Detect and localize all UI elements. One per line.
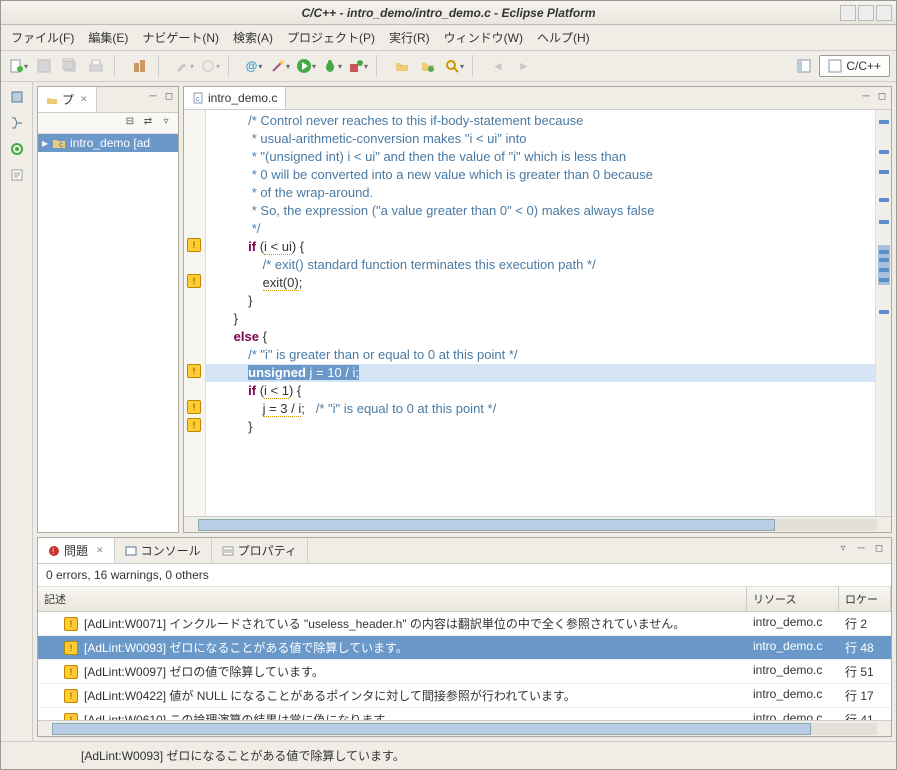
editor: cintro_demo.c ─◻ ! ! ! ! ! /* Control ne… xyxy=(183,86,892,533)
build-button[interactable] xyxy=(129,55,151,77)
problem-row[interactable]: ![AdLint:W0093] ゼロになることがある値で除算しています。intr… xyxy=(38,636,891,660)
trim-icon-2[interactable] xyxy=(8,114,26,132)
tab-problems[interactable]: !問題✕ xyxy=(38,538,115,563)
maximize-view-icon[interactable]: ◻ xyxy=(162,89,176,103)
perspective-label: C/C++ xyxy=(846,59,881,73)
problems-min-icon[interactable]: ─ xyxy=(853,540,869,556)
warning-icon: ! xyxy=(64,665,78,679)
problem-row[interactable]: ![AdLint:W0097] ゼロの値で除算しています。intro_demo.… xyxy=(38,660,891,684)
debug-button[interactable]: ▾ xyxy=(321,55,343,77)
menu-project[interactable]: プロジェクト(P) xyxy=(287,29,375,46)
col-location[interactable]: ロケー xyxy=(839,587,891,611)
warning-marker-icon[interactable]: ! xyxy=(187,238,201,252)
at-button[interactable]: @▾ xyxy=(243,55,265,77)
menu-navigate[interactable]: ナビゲート(N) xyxy=(142,29,219,46)
back-button[interactable]: ◄ xyxy=(487,55,509,77)
tab-console[interactable]: コンソール xyxy=(115,538,212,563)
minimize-view-icon[interactable]: ─ xyxy=(146,89,160,103)
problems-table[interactable]: 記述 リソース ロケー ![AdLint:W0071] インクルードされている … xyxy=(38,587,891,720)
marker-ruler[interactable]: ! ! ! ! ! xyxy=(184,110,206,516)
menu-help[interactable]: ヘルプ(H) xyxy=(537,29,590,46)
warning-marker-icon[interactable]: ! xyxy=(187,418,201,432)
menu-search[interactable]: 検索(A) xyxy=(233,29,273,46)
problem-row[interactable]: ![AdLint:W0610] この論理演算の結果は常に偽になります。intro… xyxy=(38,708,891,720)
col-description[interactable]: 記述 xyxy=(38,587,747,611)
forward-button[interactable]: ► xyxy=(513,55,535,77)
warning-icon: ! xyxy=(64,713,78,721)
hammer-button[interactable]: ▾ xyxy=(173,55,195,77)
menubar: ファイル(F) 編集(E) ナビゲート(N) 検索(A) プロジェクト(P) 実… xyxy=(1,25,896,51)
expand-icon[interactable]: ▸ xyxy=(42,136,48,150)
menu-run[interactable]: 実行(R) xyxy=(389,29,430,46)
save-all-button[interactable] xyxy=(59,55,81,77)
open-perspective-button[interactable] xyxy=(793,55,815,77)
problem-row[interactable]: ![AdLint:W0422] 値が NULL になることがあるポインタに対して… xyxy=(38,684,891,708)
svg-text:c: c xyxy=(59,140,63,149)
menu-file[interactable]: ファイル(F) xyxy=(11,29,74,46)
wand-button[interactable]: ▾ xyxy=(269,55,291,77)
link-editor-icon[interactable]: ⇄ xyxy=(140,116,156,130)
run-button[interactable]: ▾ xyxy=(295,55,317,77)
window-title: C/C++ - intro_demo/intro_demo.c - Eclips… xyxy=(301,6,595,20)
minimize-button[interactable] xyxy=(840,5,856,21)
menu-edit[interactable]: 編集(E) xyxy=(88,29,128,46)
editor-tab[interactable]: cintro_demo.c xyxy=(184,87,286,109)
editor-minimize-icon[interactable]: ─ xyxy=(859,89,873,103)
warning-icon: ! xyxy=(64,617,78,631)
problem-row[interactable]: ![AdLint:W0071] インクルードされている "useless_hea… xyxy=(38,612,891,636)
col-resource[interactable]: リソース xyxy=(747,587,839,611)
overview-ruler[interactable] xyxy=(875,110,891,516)
maximize-button[interactable] xyxy=(858,5,874,21)
open-folder-button[interactable] xyxy=(391,55,413,77)
code-editor[interactable]: /* Control never reaches to this if-body… xyxy=(206,110,875,516)
print-button[interactable] xyxy=(85,55,107,77)
editor-hscroll[interactable] xyxy=(184,516,891,532)
ext-tools-button[interactable]: ▾ xyxy=(347,55,369,77)
project-label: intro_demo [ad xyxy=(70,136,150,150)
statusbar: [AdLint:W0093] ゼロになることがある値で除算しています。 xyxy=(1,741,896,769)
main-toolbar: ▾ ▾ ▾ @▾ ▾ ▾ ▾ ▾ ▾ ◄ ► C/C++ xyxy=(1,51,896,82)
save-button[interactable] xyxy=(33,55,55,77)
tree-item-project[interactable]: ▸ c intro_demo [ad xyxy=(38,134,178,152)
problems-max-icon[interactable]: ◻ xyxy=(871,540,887,556)
search-button[interactable]: ▾ xyxy=(443,55,465,77)
left-trim xyxy=(1,82,33,741)
target-button[interactable]: ▾ xyxy=(199,55,221,77)
problems-hscroll[interactable] xyxy=(38,720,891,736)
editor-maximize-icon[interactable]: ◻ xyxy=(875,89,889,103)
warning-marker-icon[interactable]: ! xyxy=(187,274,201,288)
warning-marker-icon[interactable]: ! xyxy=(187,364,201,378)
status-message: [AdLint:W0093] ゼロになることがある値で除算しています。 xyxy=(81,747,405,764)
view-menu-icon[interactable]: ▿ xyxy=(158,116,174,130)
trim-icon-4[interactable] xyxy=(8,166,26,184)
new-button[interactable]: ▾ xyxy=(7,55,29,77)
collapse-all-icon[interactable]: ⊟ xyxy=(122,116,138,130)
trim-icon-1[interactable] xyxy=(8,88,26,106)
perspective-cpp[interactable]: C/C++ xyxy=(819,55,890,77)
warning-marker-icon[interactable]: ! xyxy=(187,400,201,414)
problems-menu-icon[interactable]: ▿ xyxy=(835,540,851,556)
warning-icon: ! xyxy=(64,689,78,703)
problems-view: !問題✕ コンソール プロパティ ▿─◻ 0 errors, 16 warnin… xyxy=(37,537,892,737)
project-explorer-tab[interactable]: プ✕ xyxy=(38,87,97,112)
problems-summary: 0 errors, 16 warnings, 0 others xyxy=(38,564,891,587)
open-type-button[interactable] xyxy=(417,55,439,77)
trim-icon-3[interactable] xyxy=(8,140,26,158)
tab-properties[interactable]: プロパティ xyxy=(212,538,308,563)
warning-icon: ! xyxy=(64,641,78,655)
svg-text:c: c xyxy=(196,96,200,103)
titlebar: C/C++ - intro_demo/intro_demo.c - Eclips… xyxy=(1,1,896,25)
svg-text:!: ! xyxy=(52,547,54,556)
menu-window[interactable]: ウィンドウ(W) xyxy=(444,29,523,46)
close-button[interactable] xyxy=(876,5,892,21)
project-explorer: プ✕ ─◻ ⊟ ⇄ ▿ ▸ c intro_demo [ad xyxy=(37,86,179,533)
